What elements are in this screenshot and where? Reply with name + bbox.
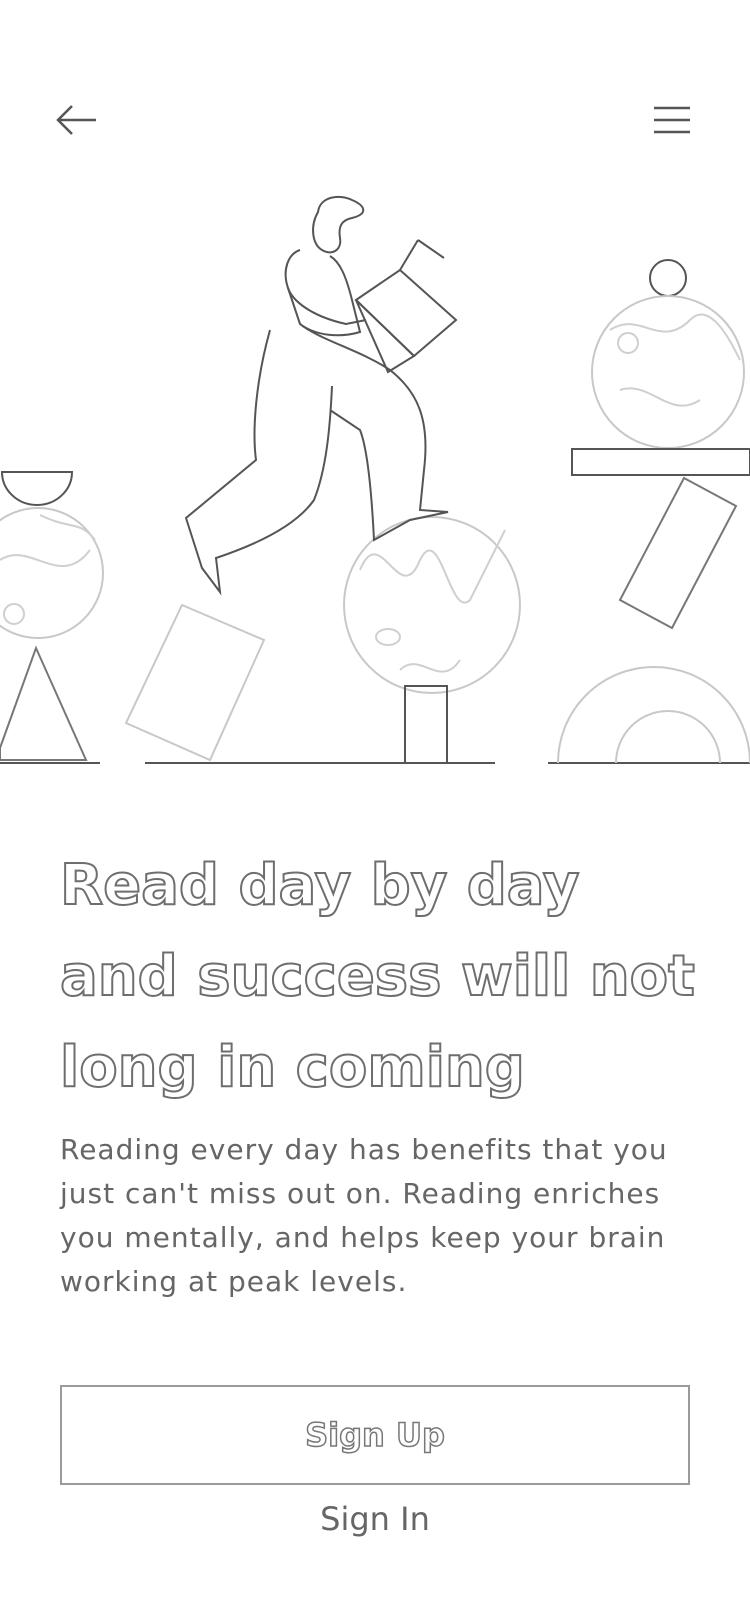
- headline: Read day by day and success will not lon…: [59, 852, 696, 1101]
- sign-up-button[interactable]: Sign Up: [60, 1385, 690, 1485]
- sign-up-label: Sign Up: [304, 1415, 445, 1455]
- menu-button[interactable]: [648, 96, 696, 144]
- back-button[interactable]: [52, 96, 100, 144]
- description: Reading every day has benefits that you …: [60, 1133, 668, 1298]
- person-balancing-shapes-illustration: [0, 180, 750, 780]
- sign-in-link[interactable]: Sign In: [0, 1500, 750, 1538]
- arrow-left-icon: [56, 105, 96, 135]
- hamburger-menu-icon: [654, 106, 690, 134]
